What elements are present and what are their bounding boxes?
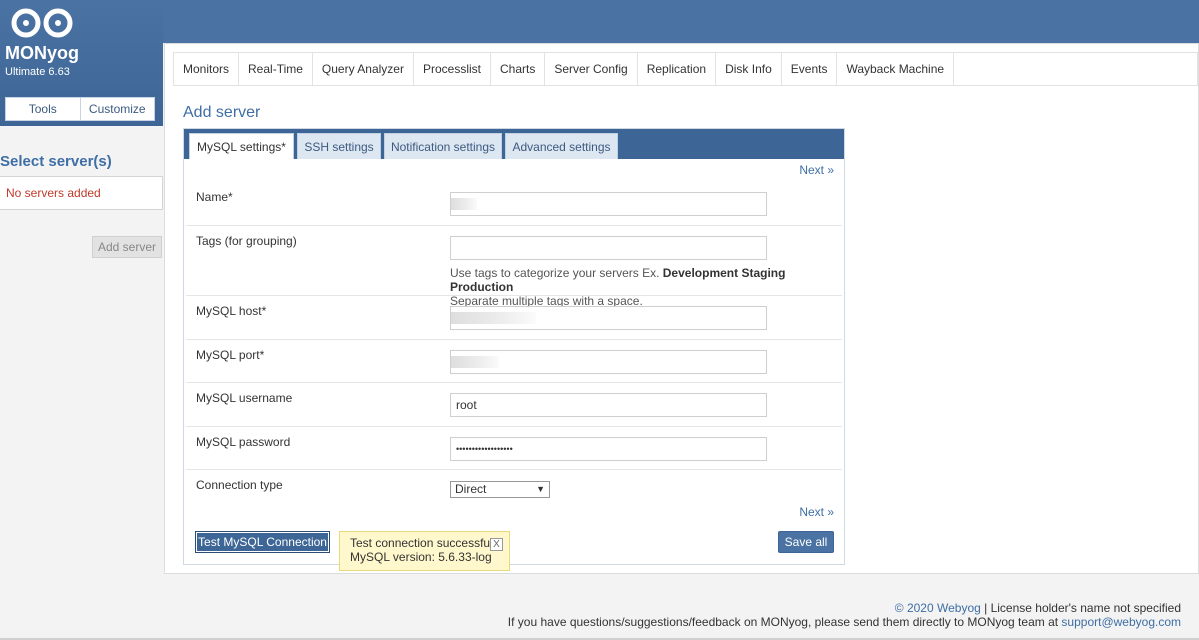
next-link-top[interactable]: Next » — [799, 163, 834, 177]
nav-charts[interactable]: Charts — [491, 53, 546, 85]
nav-wayback-machine[interactable]: Wayback Machine — [837, 53, 955, 85]
redacted-value — [451, 356, 499, 368]
select-servers-title: Select server(s) — [0, 153, 112, 170]
webyog-link[interactable]: © 2020 Webyog — [895, 601, 981, 615]
connection-type-label: Connection type — [196, 478, 283, 492]
host-field[interactable] — [450, 306, 767, 330]
brand-name: MONyog — [5, 43, 79, 63]
connection-type-select[interactable]: Direct ▼ — [450, 481, 550, 498]
top-nav: Monitors Real-Time Query Analyzer Proces… — [173, 52, 1198, 86]
footer: © 2020 Webyog | License holder's name no… — [508, 601, 1181, 629]
row-username: MySQL username root — [186, 383, 842, 427]
connection-type-value: Direct — [455, 482, 487, 496]
footer-line2: If you have questions/suggestions/feedba… — [508, 615, 1181, 629]
tab-notification-settings[interactable]: Notification settings — [384, 133, 502, 159]
tools-button[interactable]: Tools — [5, 97, 81, 121]
customize-button[interactable]: Customize — [80, 97, 155, 121]
close-icon[interactable]: X — [490, 538, 503, 551]
no-servers-message: No servers added — [6, 186, 101, 200]
add-server-button[interactable]: Add server — [92, 236, 162, 258]
row-password: MySQL password •••••••••••••••••• — [186, 427, 842, 470]
nav-replication[interactable]: Replication — [638, 53, 717, 85]
tags-field[interactable] — [450, 236, 767, 260]
save-all-button[interactable]: Save all — [778, 531, 834, 553]
license-text: | License holder's name not specified — [980, 601, 1181, 615]
tab-mysql-settings[interactable]: MySQL settings* — [189, 133, 294, 159]
dropdown-caret-icon: ▼ — [536, 484, 545, 494]
row-tags: Tags (for grouping) Use tags to categori… — [186, 226, 842, 308]
tab-advanced-settings[interactable]: Advanced settings — [505, 133, 618, 159]
feedback-text: If you have questions/suggestions/feedba… — [507, 615, 1062, 629]
redacted-value — [451, 198, 477, 210]
username-field[interactable]: root — [450, 393, 767, 417]
nav-server-config[interactable]: Server Config — [545, 53, 638, 85]
row-name: Name* — [186, 182, 842, 226]
sidebar-toolbar: Tools Customize — [5, 97, 155, 121]
support-email-link[interactable]: support@webyog.com — [1061, 615, 1181, 629]
footer-line1: © 2020 Webyog | License holder's name no… — [508, 601, 1181, 615]
main-panel: Monitors Real-Time Query Analyzer Proces… — [164, 43, 1199, 574]
add-server-form: MySQL settings* SSH settings Notificatio… — [183, 128, 845, 571]
redacted-value — [451, 312, 536, 324]
nav-real-time[interactable]: Real-Time — [239, 53, 313, 85]
nav-monitors[interactable]: Monitors — [174, 53, 240, 85]
nav-query-analyzer[interactable]: Query Analyzer — [313, 53, 414, 85]
page-title: Add server — [183, 104, 261, 121]
port-field[interactable] — [450, 350, 767, 374]
brand-edition: Ultimate 6.63 — [5, 66, 70, 78]
toast-line2: MySQL version: 5.6.33-log — [350, 550, 492, 564]
toast-line1: Test connection successful! — [350, 536, 497, 550]
brand-panel: MONyog Ultimate 6.63 Tools Customize — [0, 0, 163, 126]
name-label: Name* — [196, 190, 233, 204]
test-connection-button[interactable]: Test MySQL Connection — [195, 531, 330, 553]
tags-label: Tags (for grouping) — [196, 234, 297, 248]
connection-success-toast: Test connection successful! MySQL versio… — [339, 531, 510, 571]
password-field[interactable]: •••••••••••••••••• — [450, 437, 767, 461]
username-label: MySQL username — [196, 391, 293, 405]
server-list: No servers added — [0, 176, 163, 210]
nav-events[interactable]: Events — [782, 53, 838, 85]
row-connection-type: Connection type Direct ▼ — [186, 470, 842, 500]
nav-disk-info[interactable]: Disk Info — [716, 53, 782, 85]
next-link-bottom[interactable]: Next » — [799, 505, 834, 519]
row-host: MySQL host* — [186, 296, 842, 340]
monyog-logo-icon — [11, 8, 73, 38]
name-field[interactable] — [450, 192, 767, 216]
top-header-bar — [0, 0, 1199, 43]
settings-tabbar: MySQL settings* SSH settings Notificatio… — [184, 129, 844, 159]
nav-processlist[interactable]: Processlist — [414, 53, 491, 85]
host-label: MySQL host* — [196, 304, 267, 318]
password-label: MySQL password — [196, 435, 291, 449]
tab-ssh-settings[interactable]: SSH settings — [297, 133, 381, 159]
tags-hint-prefix: Use tags to categorize your servers Ex. — [450, 266, 663, 280]
row-port: MySQL port* — [186, 340, 842, 383]
port-label: MySQL port* — [196, 348, 265, 362]
